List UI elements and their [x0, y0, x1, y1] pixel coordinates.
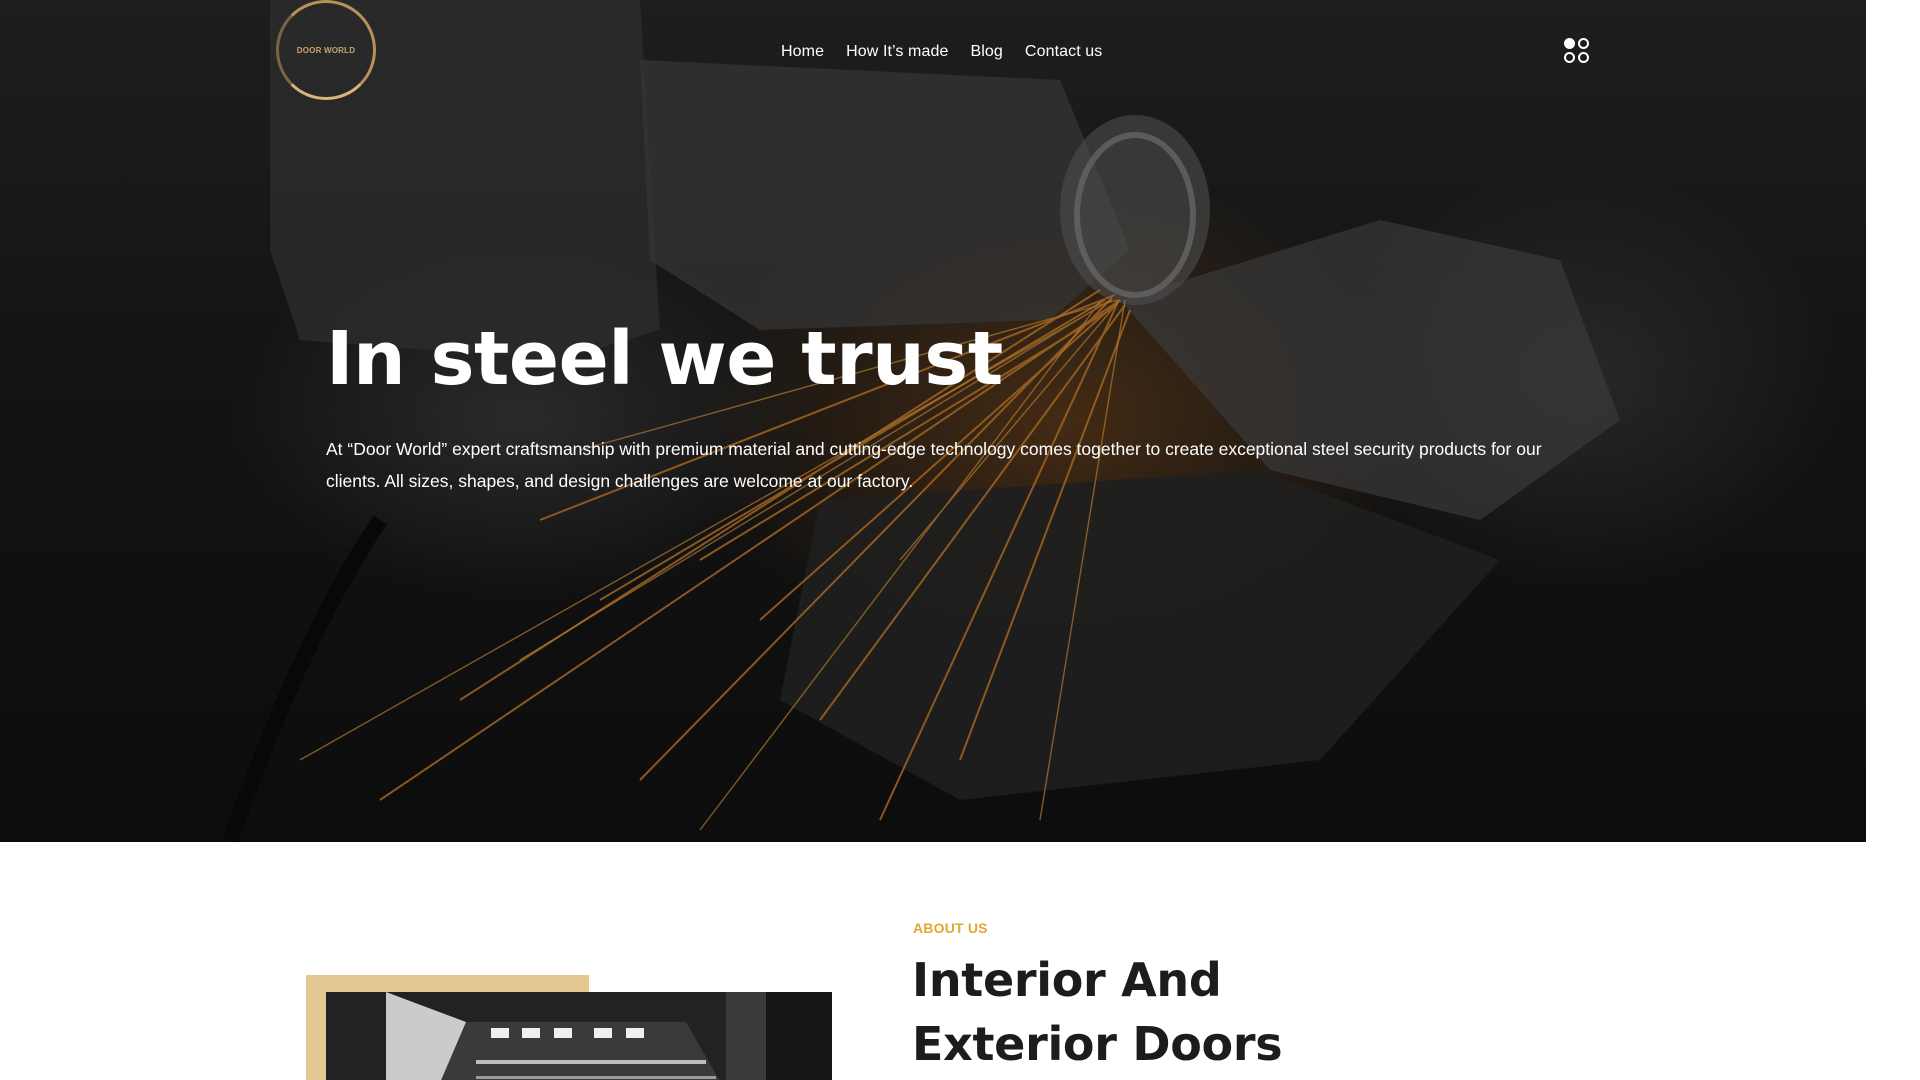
nav-contact-us[interactable]: Contact us	[1025, 43, 1102, 61]
nav-blog[interactable]: Blog	[970, 43, 1002, 61]
hero-overlay	[0, 0, 1866, 842]
apps-grid-icon[interactable]	[1564, 38, 1590, 64]
nav-how-its-made[interactable]: How It’s made	[846, 43, 948, 61]
about-image	[326, 992, 832, 1080]
about-title-line-1: Interior And	[912, 953, 1222, 1007]
grid-dot	[1564, 38, 1575, 49]
grid-dot	[1578, 52, 1589, 63]
about-section-label: ABOUT US	[913, 920, 988, 936]
grid-dot	[1578, 38, 1589, 49]
nav-home[interactable]: Home	[781, 43, 824, 61]
brand-logo[interactable]: DOOR WORLD	[276, 0, 376, 100]
about-title: Interior And Exterior Doors	[912, 948, 1283, 1076]
about-title-line-2: Exterior Doors	[912, 1017, 1283, 1071]
main-nav: Home How It’s made Blog Contact us	[781, 43, 1102, 61]
hero-description: At “Door World” expert craftsmanship wit…	[326, 439, 1542, 491]
hero-section: DOOR WORLD Home How It’s made Blog Conta…	[0, 0, 1866, 842]
grid-dot	[1564, 52, 1575, 63]
factory-interior-image	[326, 992, 832, 1080]
hero-title: In steel we trust	[326, 316, 1003, 402]
logo-text: DOOR WORLD	[296, 45, 356, 55]
